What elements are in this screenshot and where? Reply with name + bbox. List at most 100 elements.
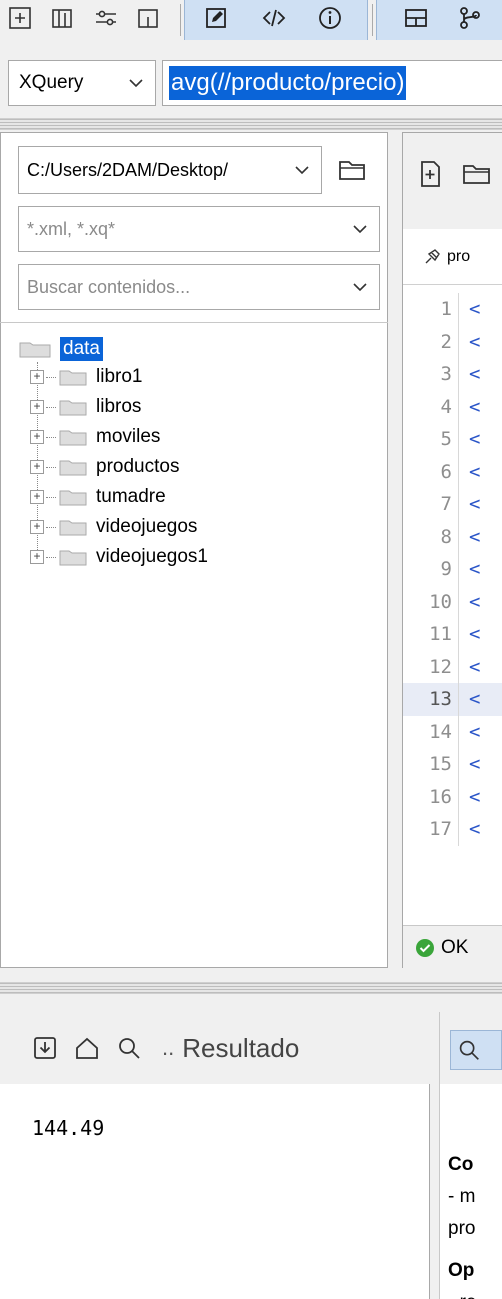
code-token: < [469, 623, 481, 646]
query-text: avg(//producto/precio) [169, 66, 407, 100]
code-line[interactable]: 15 < [403, 748, 502, 781]
toolbar-divider [372, 4, 373, 36]
expand-icon[interactable]: + [30, 370, 44, 384]
code-line[interactable]: 7 < [403, 488, 502, 521]
path-combo[interactable]: C:/Users/2DAM/Desktop/ [18, 146, 322, 194]
settings-sliders-icon[interactable] [86, 0, 126, 36]
folder-icon [59, 370, 87, 386]
result-title: Resultado [182, 1032, 300, 1063]
code-line[interactable]: 11 < [403, 618, 502, 651]
toolbar-divider [180, 4, 181, 36]
info-text-line: - re [448, 1292, 477, 1299]
result-value: 144.49 [32, 1116, 105, 1140]
code-line[interactable]: 10 < [403, 585, 502, 618]
tree-item[interactable]: + videojuegos [18, 512, 378, 542]
folder-icon [59, 430, 87, 446]
code-token: < [469, 428, 481, 451]
explorer-divider [0, 322, 388, 323]
code-line[interactable]: 6 < [403, 455, 502, 488]
code-line[interactable]: 5 < [403, 423, 502, 456]
horizontal-splitter[interactable] [0, 118, 502, 130]
expand-icon[interactable]: + [30, 400, 44, 414]
query-language-select[interactable]: XQuery [8, 60, 156, 106]
editor-panel: pro 1 <2 <3 <4 <5 <6 <7 <8 <9 <10 <11 <12 <13 <14 <15 <… [402, 132, 502, 969]
code-line[interactable]: 17 < [403, 813, 502, 846]
line-number: 9 [403, 553, 459, 586]
more-options[interactable]: .. [162, 1035, 174, 1061]
save-result-icon[interactable] [30, 1033, 60, 1063]
expand-icon[interactable]: + [30, 430, 44, 444]
new-query-icon[interactable] [415, 159, 445, 189]
columns-icon[interactable] [42, 0, 82, 36]
editor-status-bar: OK [403, 925, 502, 969]
code-token: < [469, 460, 481, 483]
info-text-line: Co [448, 1154, 474, 1175]
content-search-combo[interactable]: Buscar contenidos... [18, 264, 380, 310]
info-panel: Co- mproOp- re> d [440, 1012, 502, 1299]
horizontal-splitter[interactable] [0, 982, 502, 994]
vertical-splitter[interactable] [388, 132, 402, 968]
tree-item-label: moviles [96, 426, 161, 447]
code-line[interactable]: 9 < [403, 553, 502, 586]
code-line[interactable]: 16 < [403, 780, 502, 813]
open-folder-icon[interactable] [461, 159, 491, 189]
info-text-line: - m [448, 1186, 476, 1207]
tree-item[interactable]: + productos [18, 452, 378, 482]
code-line[interactable]: 13 < [403, 683, 502, 716]
vertical-splitter[interactable] [430, 1012, 440, 1299]
code-line[interactable]: 1 < [403, 293, 502, 326]
info-search-button[interactable] [450, 1030, 502, 1070]
code-token: < [469, 688, 481, 711]
expand-icon[interactable]: + [30, 460, 44, 474]
info-icon[interactable] [310, 0, 350, 36]
line-number: 17 [403, 813, 459, 846]
line-number: 5 [403, 423, 459, 456]
expand-icon[interactable]: + [30, 550, 44, 564]
edit-icon[interactable] [196, 0, 236, 36]
expand-icon[interactable]: + [30, 520, 44, 534]
branch-icon[interactable] [456, 0, 502, 36]
query-input[interactable]: avg(//producto/precio) [162, 60, 502, 106]
code-line[interactable]: 8 < [403, 520, 502, 553]
folder-icon [59, 460, 87, 476]
code-icon[interactable] [254, 0, 294, 36]
tree-item[interactable]: + videojuegos1 [18, 542, 378, 572]
line-number: 16 [403, 780, 459, 813]
code-line[interactable]: 2 < [403, 325, 502, 358]
code-line[interactable]: 14 < [403, 715, 502, 748]
code-line[interactable]: 3 < [403, 358, 502, 391]
code-line[interactable]: 4 < [403, 390, 502, 423]
tree-connector [46, 556, 56, 558]
tree-item[interactable]: + tumadre [18, 482, 378, 512]
result-toolbar: .. Resultado [0, 1012, 430, 1084]
code-token: < [469, 493, 481, 516]
search-icon[interactable] [114, 1033, 144, 1063]
code-token: < [469, 720, 481, 743]
line-number: 14 [403, 715, 459, 748]
code-line[interactable]: 12 < [403, 650, 502, 683]
editor-file-tab[interactable]: pro [403, 229, 502, 285]
pane-icon[interactable] [128, 0, 168, 36]
code-token: < [469, 395, 481, 418]
expand-icon[interactable]: + [30, 490, 44, 504]
code-editor[interactable]: 1 <2 <3 <4 <5 <6 <7 <8 <9 <10 <11 <12 <13 <14 <15 <16 <1… [403, 293, 502, 846]
editor-toolbar [403, 133, 502, 229]
tree-connector [46, 376, 56, 378]
tree-root-data[interactable]: data [18, 336, 378, 362]
folder-icon [59, 550, 87, 566]
tree-connector [46, 496, 56, 498]
home-icon[interactable] [72, 1033, 102, 1063]
line-number: 15 [403, 748, 459, 781]
tree-item-label: libros [96, 396, 142, 417]
browse-folder-button[interactable] [332, 150, 372, 190]
file-filter-combo[interactable]: *.xml, *.xq* [18, 206, 380, 252]
tree-item[interactable]: + libro1 [18, 362, 378, 392]
layout-icon[interactable] [396, 0, 436, 36]
new-file-icon[interactable] [0, 0, 40, 36]
tree-item[interactable]: + libros [18, 392, 378, 422]
tree-item[interactable]: + moviles [18, 422, 378, 452]
line-number: 6 [403, 455, 459, 488]
folder-icon [19, 342, 51, 358]
tree-root-label: data [60, 337, 103, 361]
tree-connector [46, 436, 56, 438]
